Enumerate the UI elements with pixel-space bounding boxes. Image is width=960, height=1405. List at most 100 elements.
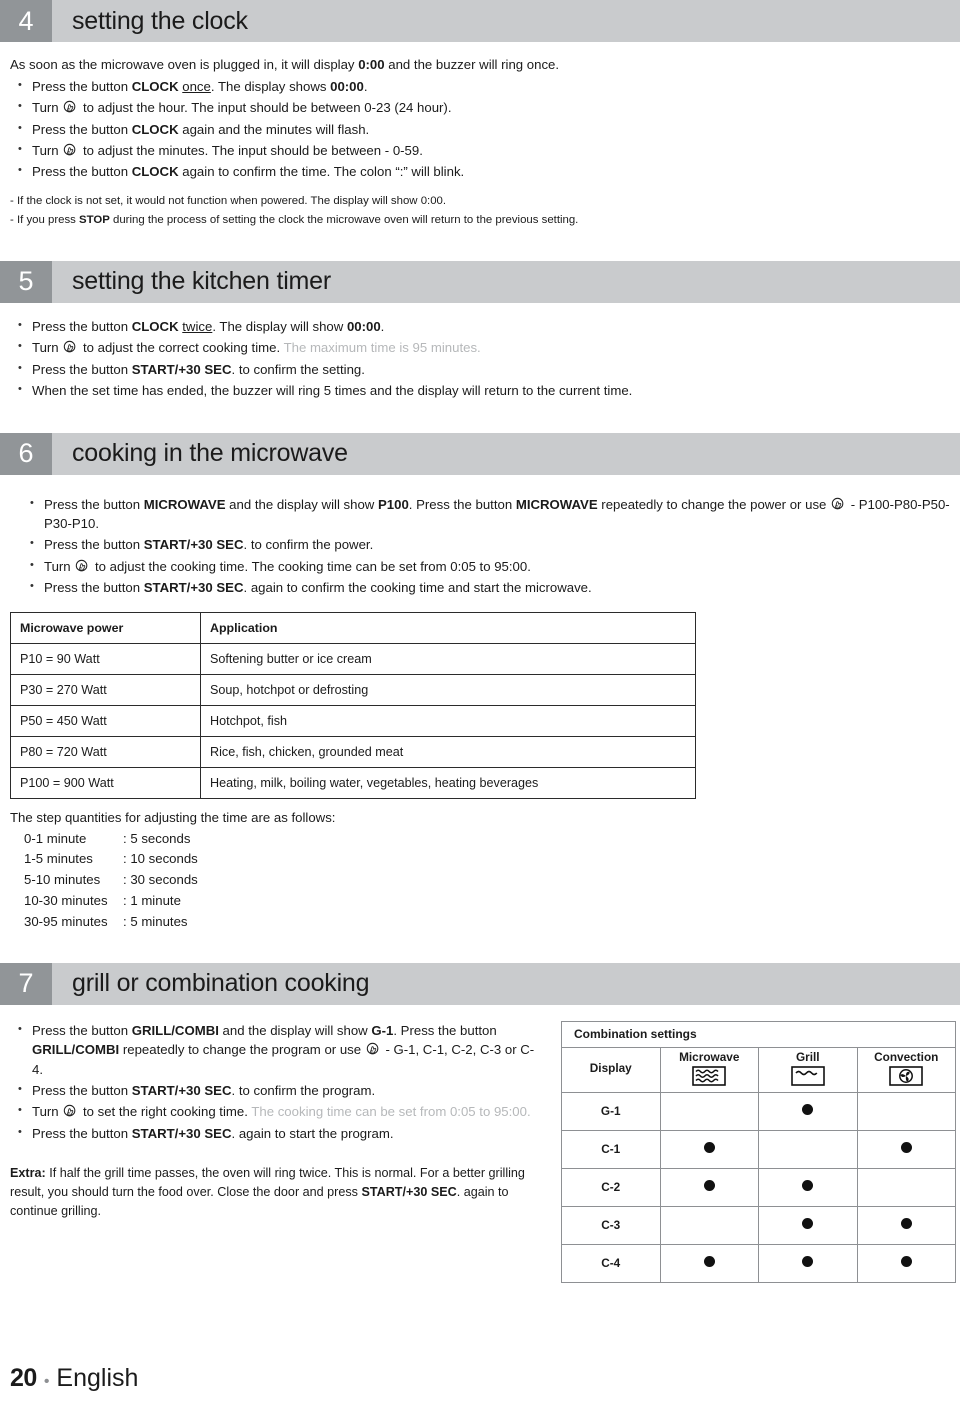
section-5-steps: Press the button CLOCK twice. The displa…: [10, 317, 950, 401]
emphasis-text: STOP: [79, 213, 110, 226]
instruction-step: Press the button MICROWAVE and the displ…: [22, 495, 950, 534]
section-header-5: 5 setting the kitchen timer: [0, 260, 960, 303]
combo-table-row: G-1: [561, 1091, 956, 1131]
text-run: Turn: [44, 558, 75, 574]
underline-text: twice: [182, 318, 213, 334]
instruction-step: When the set time has ended, the buzzer …: [10, 381, 950, 400]
convection-icon: [889, 1065, 924, 1089]
combo-display-code: C-1: [561, 1129, 661, 1169]
turn-dial-icon: [63, 100, 78, 115]
text-run: .: [363, 78, 368, 94]
instruction-step: Press the button CLOCK twice. The displa…: [10, 317, 950, 336]
emphasis-text: START/+30 SEC: [143, 537, 244, 553]
step-quantity-range: 30-95 minutes: [24, 913, 108, 929]
text-run: . to confirm the power.: [243, 537, 374, 553]
muted-text: The maximum time is 95 minutes.: [283, 340, 481, 356]
active-dot-icon: [703, 1256, 715, 1268]
text-run: repeatedly to change the program or use: [119, 1042, 365, 1058]
instruction-step: Press the button START/+30 SEC. to confi…: [10, 360, 950, 379]
combo-grill-cell: [758, 1205, 858, 1245]
combo-microwave-cell: [659, 1205, 759, 1245]
emphasis-text: GRILL/COMBI: [32, 1042, 120, 1058]
emphasis-text: 00:00: [346, 318, 381, 334]
combo-microwave-cell: [659, 1167, 759, 1207]
text-run: repeatedly to change the power or use: [597, 496, 831, 512]
combo-table-row: C-2: [561, 1167, 956, 1207]
step-quantity-row: 10-30 minutes: 1 minute: [10, 891, 960, 912]
page-footer: 20 • English: [10, 1364, 138, 1393]
table-cell: Heating, milk, boiling water, vegetables…: [200, 766, 696, 799]
active-dot-icon: [703, 1180, 715, 1192]
step-quantity-row: 30-95 minutes : 5 minutes: [10, 912, 960, 933]
table-header-row: Microwave power Application: [10, 611, 696, 644]
active-dot-icon: [802, 1218, 814, 1230]
text-run: to set the right cooking time.: [79, 1104, 252, 1120]
step-quantity-value: : 30 seconds: [123, 872, 198, 888]
step-quantities-block: The step quantities for adjusting the ti…: [0, 808, 960, 933]
text-run: - If you press: [10, 213, 80, 226]
text-run: Press the button: [32, 1125, 132, 1141]
section-number-4: 4: [0, 0, 52, 42]
table-cell: P100 = 900 Watt: [10, 766, 201, 799]
microwave-power-table: Microwave power Application P10 = 90 Watt S…: [10, 611, 696, 799]
turn-dial-icon: [63, 340, 78, 355]
combo-display-code: C-4: [561, 1243, 661, 1283]
text-run: . Press the button: [393, 1022, 497, 1038]
combo-column-label: Convection: [874, 1049, 939, 1064]
section-number-5: 5: [0, 260, 52, 303]
combo-table-title: Combination settings: [561, 1020, 956, 1048]
table-cell: P80 = 720 Watt: [10, 735, 201, 768]
combo-microwave-cell: [659, 1243, 759, 1283]
text-run: again to confirm the time. The colon “:”…: [178, 164, 465, 180]
step-quantities-intro: The step quantities for adjusting the ti…: [10, 809, 336, 825]
section-body-5: Press the button CLOCK twice. The displa…: [0, 303, 960, 401]
microwave-power-table-body: Microwave power Application P10 = 90 Watt S…: [10, 611, 696, 799]
text-run: . again to start the program.: [231, 1125, 394, 1141]
section-title-4: setting the clock: [72, 6, 248, 35]
section-7-left-column: Press the button GRILL/COMBI and the dis…: [0, 1005, 552, 1234]
text-run: - If the clock is not set, it would not …: [10, 194, 447, 207]
combo-display-code: G-1: [561, 1091, 661, 1131]
text-run: . to confirm the setting.: [231, 361, 365, 377]
text-run: Turn: [32, 1104, 63, 1120]
instruction-step: Press the button START/+30 SEC. to confi…: [10, 1081, 542, 1100]
footnote: - If the clock is not set, it would not …: [10, 193, 950, 210]
combo-column-header: Display: [561, 1046, 661, 1093]
active-dot-icon: [703, 1142, 715, 1154]
table-row: P10 = 90 Watt Softening butter or ice cre…: [10, 642, 696, 675]
table-cell: Hotchpot, fish: [200, 704, 696, 737]
combo-convection-cell: [856, 1243, 956, 1283]
combo-title-row: Combination settings: [561, 1020, 956, 1048]
text-run: Press the button: [32, 361, 132, 377]
text-run: Press the button: [44, 580, 144, 596]
text-run: to adjust the minutes. The input should …: [79, 142, 423, 158]
section-6-steps: Press the button MICROWAVE and the displ…: [10, 495, 950, 598]
section-7-body: Press the button GRILL/COMBI and the dis…: [0, 1005, 960, 1283]
page-number: 20: [10, 1364, 37, 1392]
text-run: Press the button: [32, 1083, 132, 1099]
emphasis-text: START/+30 SEC: [131, 361, 232, 377]
table-row: P80 = 720 Watt Rice, fish, chicken, groun…: [10, 735, 696, 768]
text-run: Press the button: [32, 318, 132, 334]
text-run: to adjust the hour. The input should be …: [79, 100, 452, 116]
section-header-6: 6 cooking in the microwave: [0, 432, 960, 475]
text-run: and the display will show: [225, 496, 378, 512]
emphasis-text: START/+30 SEC: [143, 580, 244, 596]
section-body-4: As soon as the microwave oven is plugged…: [0, 56, 960, 229]
text-run: and the buzzer will ring once.: [384, 57, 560, 72]
emphasis-text: CLOCK: [131, 164, 179, 180]
text-run: to adjust the cooking time. The cooking …: [91, 558, 531, 574]
combo-table-row: C-3: [561, 1205, 956, 1245]
combo-table-row: C-4: [561, 1243, 956, 1283]
combo-grill-cell: [758, 1167, 858, 1207]
step-quantities-rows: 0-1 minute: 5 seconds 1-5 minutes: 10 sec…: [10, 829, 960, 933]
instruction-step: Press the button START/+30 SEC. again to…: [22, 578, 950, 597]
step-quantity-value: : 1 minute: [123, 893, 181, 909]
emphasis-text: START/+30 SEC: [361, 1185, 457, 1200]
turn-dial-icon: [63, 1104, 78, 1119]
emphasis-text: Extra:: [10, 1166, 46, 1181]
step-quantity-value: : 5 seconds: [123, 830, 191, 846]
text-run: . to confirm the program.: [231, 1083, 376, 1099]
combo-column-header: Convection: [856, 1046, 956, 1093]
step-quantity-value: : 5 minutes: [123, 913, 188, 929]
